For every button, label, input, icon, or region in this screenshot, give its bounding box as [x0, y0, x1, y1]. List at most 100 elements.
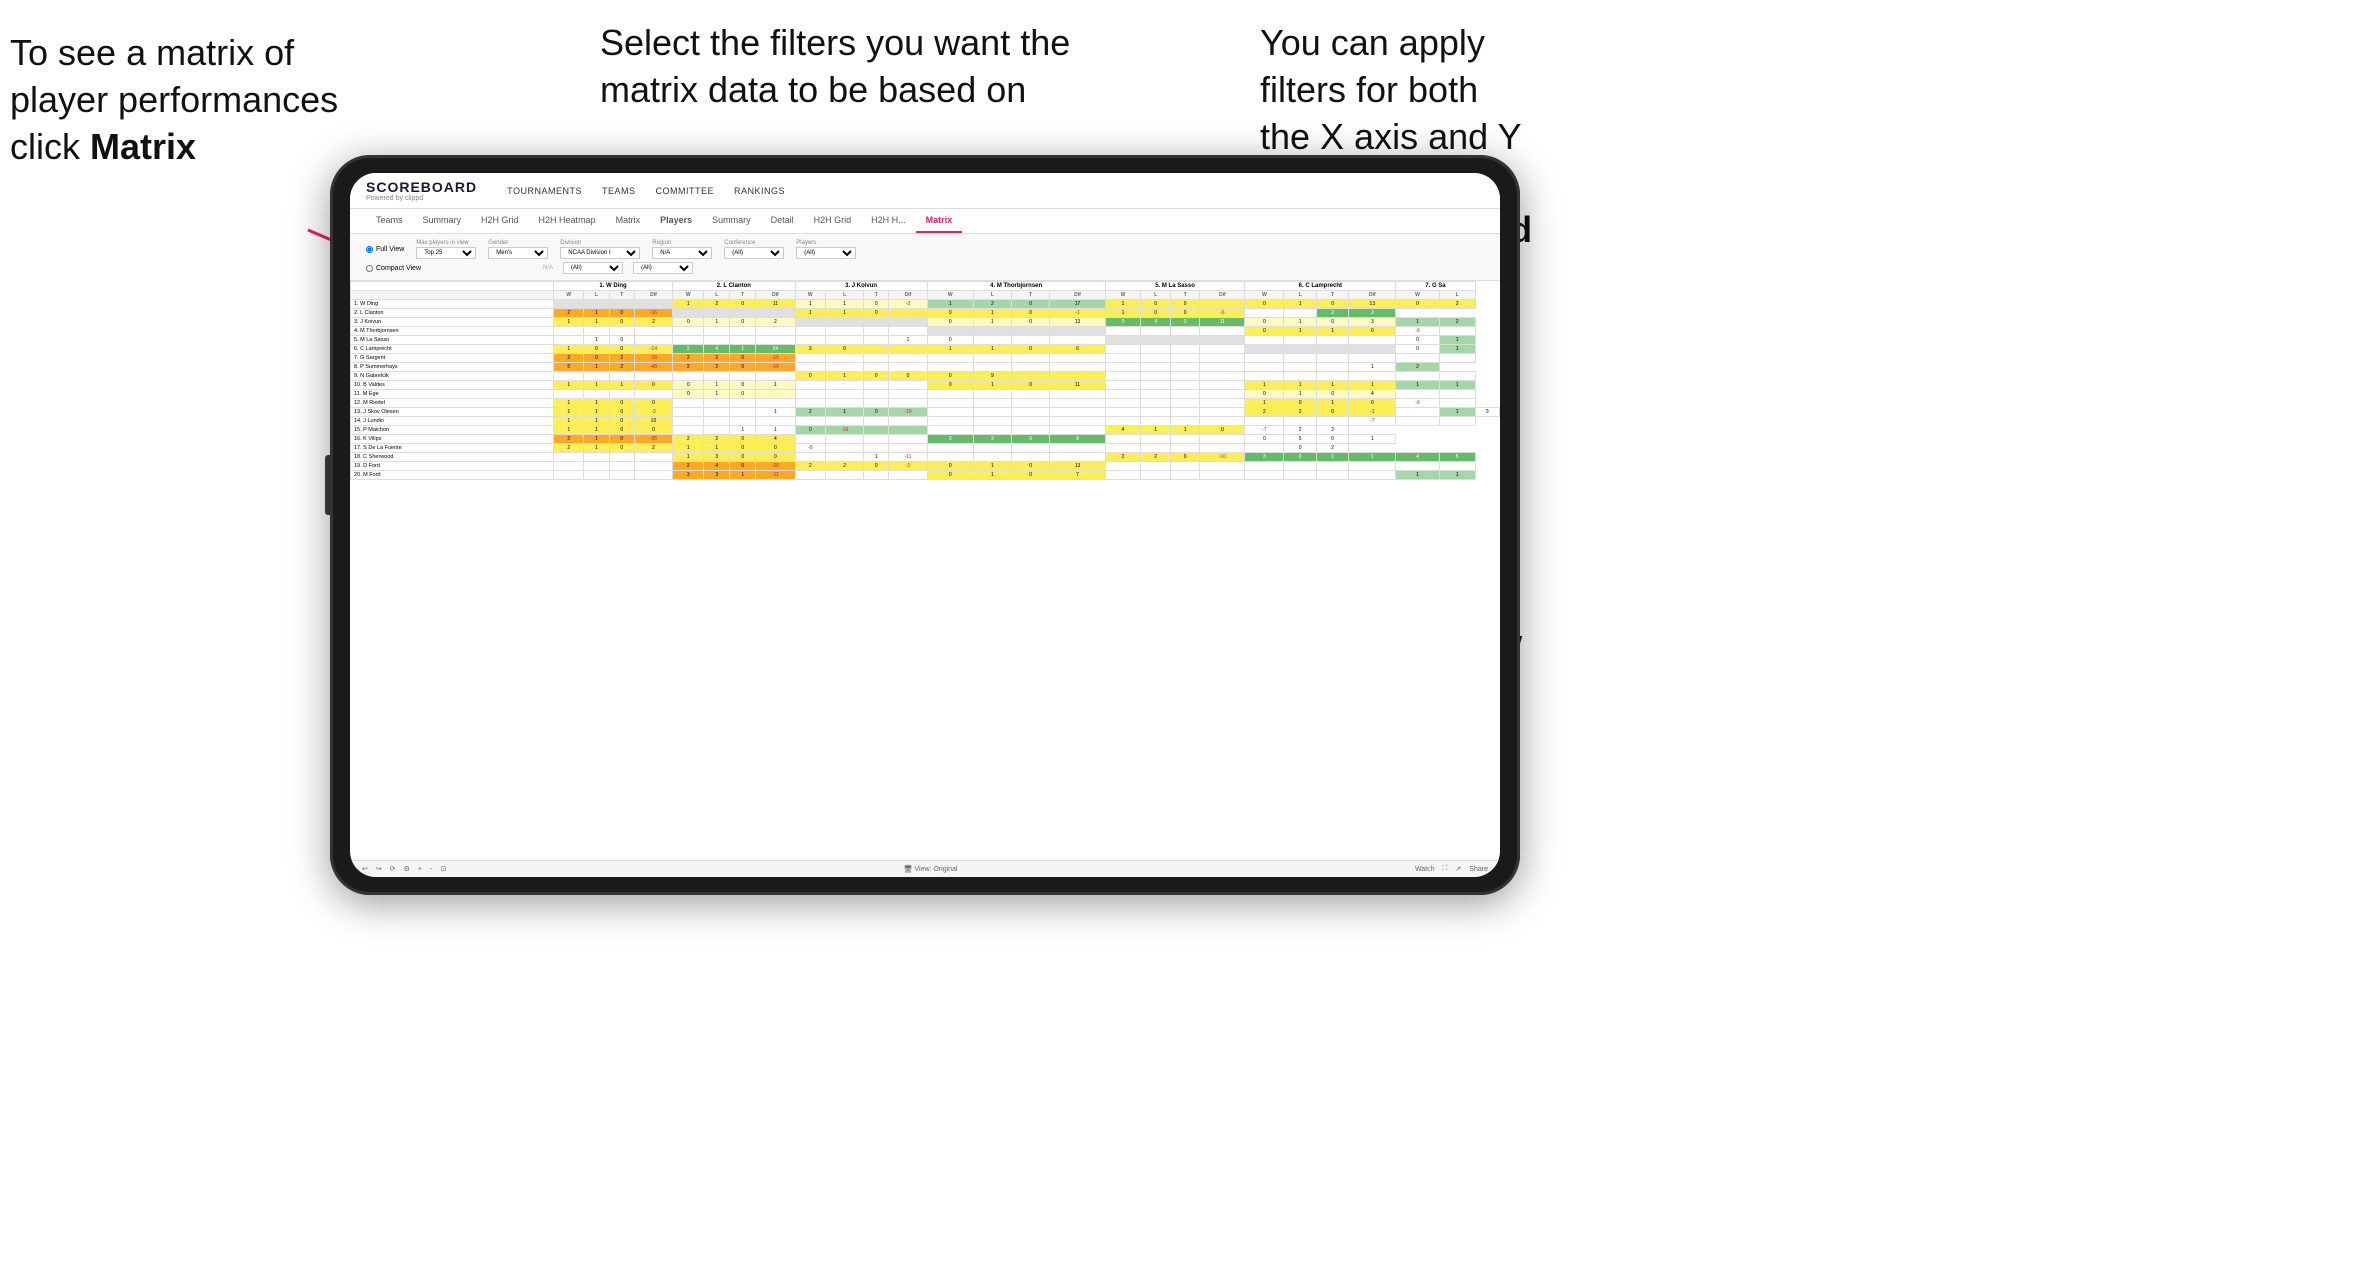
matrix-cell: 1 [973, 345, 1011, 354]
matrix-cell [1245, 417, 1284, 426]
matrix-cell [1316, 336, 1348, 345]
subnav-h2hheatmap[interactable]: H2H Heatmap [529, 209, 606, 233]
footer-settings-icon[interactable]: ⚙ [404, 865, 410, 873]
matrix-cell [1170, 471, 1200, 480]
matrix-cell [584, 372, 609, 381]
nav-tournaments[interactable]: TOURNAMENTS [507, 186, 582, 196]
subnav-detail[interactable]: Detail [761, 209, 804, 233]
matrix-cell: 0 [864, 372, 889, 381]
matrix-cell [1012, 426, 1050, 435]
matrix-cell [1349, 345, 1396, 354]
matrix-cell [584, 453, 609, 462]
matrix-cell: 13 [1050, 462, 1106, 471]
matrix-cell: 1 [730, 426, 756, 435]
matrix-cell: 0 [1012, 471, 1050, 480]
matrix-cell [609, 390, 634, 399]
conference-select[interactable]: (All) [724, 247, 784, 259]
matrix-cell [554, 462, 584, 471]
matrix-cell [826, 399, 864, 408]
subnav-summary2[interactable]: Summary [702, 209, 761, 233]
matrix-cell [1349, 336, 1396, 345]
footer-center: 🖥 View: Original [904, 865, 958, 873]
matrix-cell [826, 435, 864, 444]
subnav-matrix-active[interactable]: Matrix [916, 209, 963, 233]
region-select-2[interactable]: (All) [563, 262, 623, 274]
subnav-h2hgrid2[interactable]: H2H Grid [804, 209, 862, 233]
gender-select[interactable]: Men's [488, 247, 548, 259]
matrix-cell [1050, 363, 1106, 372]
footer-undo-icon[interactable]: ↩ [362, 865, 368, 873]
footer-reset-icon[interactable]: ⊡ [440, 865, 446, 873]
matrix-cell [1141, 417, 1171, 426]
matrix-cell [1284, 471, 1316, 480]
footer-zoom-in[interactable]: + [418, 866, 422, 873]
nav-rankings[interactable]: RANKINGS [734, 186, 785, 196]
table-row: 8. P Summerhays512-48220-1612 [351, 363, 1500, 372]
matrix-cell: 0 [1349, 327, 1396, 336]
subnav-teams[interactable]: Teams [366, 209, 413, 233]
conf-select-2[interactable]: (All) [633, 262, 693, 274]
fullscreen-icon[interactable]: ⛶ [1443, 865, 1448, 873]
matrix-cell [864, 444, 889, 453]
matrix-cell [634, 453, 672, 462]
matrix-cell: 1 [584, 363, 609, 372]
na-label1: N/A [543, 265, 553, 271]
radio-full-input[interactable] [366, 246, 373, 253]
matrix-cell: -2 [889, 300, 927, 309]
matrix-cell [1245, 462, 1284, 471]
matrix-cell [673, 327, 704, 336]
subnav-matrix[interactable]: Matrix [606, 209, 651, 233]
matrix-cell [826, 354, 864, 363]
matrix-cell [584, 327, 609, 336]
matrix-cell: 1 [1396, 381, 1439, 390]
region-select[interactable]: N/A [652, 247, 712, 259]
subnav-players[interactable]: Players [650, 209, 702, 233]
matrix-cell: 0 [1316, 435, 1348, 444]
table-row: 9. N Gabrelcik010009 [351, 372, 1500, 381]
footer-redo-icon[interactable]: ↪ [376, 865, 382, 873]
matrix-cell: 2 [1141, 453, 1171, 462]
matrix-cell [1170, 408, 1200, 417]
radio-compact-input[interactable] [366, 265, 373, 272]
matrix-cell: 2 [673, 462, 704, 471]
subnav-h2hh[interactable]: H2H H... [861, 209, 916, 233]
matrix-cell [1396, 372, 1439, 381]
matrix-cell [973, 354, 1011, 363]
matrix-cell: -1 [1349, 408, 1396, 417]
subnav-h2hgrid[interactable]: H2H Grid [471, 209, 529, 233]
share-label[interactable]: Share [1469, 866, 1488, 873]
table-row: 14. J Lundin11010-7 [351, 417, 1500, 426]
matrix-cell [634, 327, 672, 336]
nav-committee[interactable]: COMMITTEE [655, 186, 714, 196]
matrix-cell [826, 318, 864, 327]
matrix-cell [634, 300, 672, 309]
division-select[interactable]: NCAA Division I [560, 247, 640, 259]
matrix-area[interactable]: 1. W Ding 2. L Clanton 3. J Koivun 4. M … [350, 281, 1500, 860]
matrix-cell [864, 336, 889, 345]
subnav-summary[interactable]: Summary [413, 209, 472, 233]
matrix-cell [1200, 471, 1245, 480]
matrix-cell [1105, 327, 1141, 336]
matrix-cell: 5 [1439, 453, 1475, 462]
max-players-select[interactable]: Top 25 [416, 247, 476, 259]
matrix-cell [1245, 345, 1284, 354]
matrix-cell [554, 390, 584, 399]
share-icon[interactable]: ↗ [1455, 865, 1461, 873]
matrix-cell [864, 390, 889, 399]
matrix-cell: 0 [1316, 390, 1348, 399]
matrix-cell: 2 [704, 300, 730, 309]
radio-full-view[interactable]: Full View [366, 246, 404, 253]
matrix-cell [795, 318, 825, 327]
matrix-cell: 4 [756, 435, 795, 444]
players-select[interactable]: (All) [796, 247, 856, 259]
radio-compact-view[interactable]: Compact View [366, 265, 421, 272]
division-label: Division [560, 240, 640, 246]
matrix-cell [730, 399, 756, 408]
matrix-cell: 0 [634, 399, 672, 408]
footer-zoom-out[interactable]: - [430, 866, 432, 873]
footer-refresh-icon[interactable]: ⟳ [390, 865, 396, 873]
watch-label[interactable]: Watch [1415, 866, 1435, 873]
nav-teams[interactable]: TEAMS [602, 186, 636, 196]
matrix-cell: 1 [584, 408, 609, 417]
matrix-cell [634, 471, 672, 480]
